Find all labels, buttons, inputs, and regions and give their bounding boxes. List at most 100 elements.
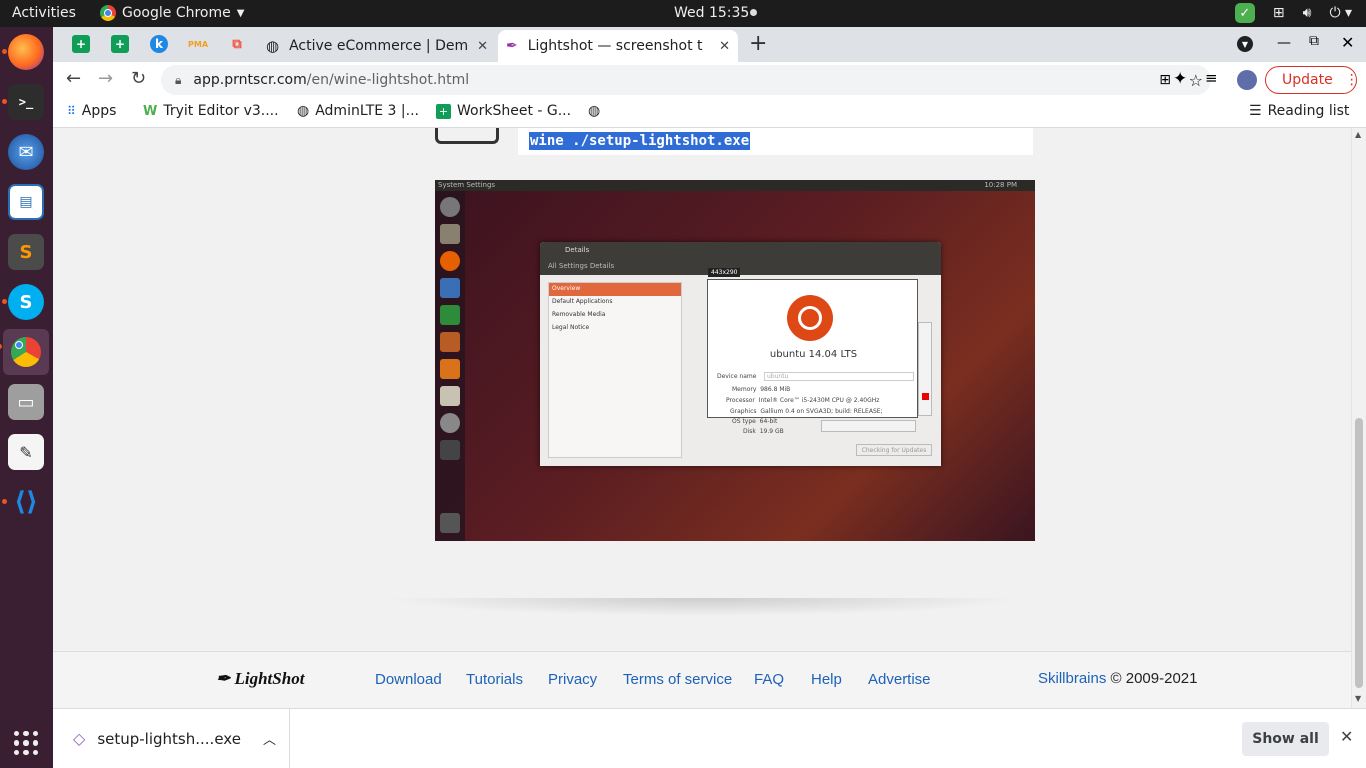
graphics-row: Graphics Gallium 0.4 on SVGA3D; build: R… [730, 408, 883, 415]
bookmark-tryit[interactable]: W Tryit Editor v3.... [143, 103, 279, 119]
close-window-icon[interactable]: ✕ [1341, 33, 1354, 52]
reading-list[interactable]: ☰ Reading list [1249, 103, 1349, 119]
clock[interactable]: Wed 15:35 [674, 5, 749, 21]
menu-dots-icon: ⋮ [1344, 72, 1359, 88]
system-tray[interactable]: ✓ ⊞ 🔊︎ ⏻ ▾ [1234, 3, 1352, 23]
writer-icon [440, 278, 460, 298]
volume-icon[interactable]: 🔊︎ [1303, 5, 1312, 21]
update-button[interactable]: Update ⋮ [1265, 66, 1359, 94]
minimize-icon[interactable]: — [1277, 35, 1291, 51]
libreoffice-impress-icon[interactable]: ▤ [8, 184, 44, 220]
copyright: Skillbrains © 2009-2021 [1038, 670, 1198, 687]
footer-link-privacy[interactable]: Privacy [548, 671, 597, 688]
apps-grid-icon: ⠿ [67, 104, 76, 118]
close-shelf-icon[interactable]: ✕ [1340, 727, 1353, 746]
footer-link-advertise[interactable]: Advertise [868, 671, 931, 688]
tab-phpmyadmin-icon[interactable]: PMA [188, 35, 208, 53]
color-swatch [922, 393, 929, 400]
page-content: wine ./setup-lightshot.exe System Settin… [53, 128, 1351, 708]
device-name-value: ubuntu [764, 372, 914, 381]
file-icon: ◇ [73, 729, 86, 748]
scroll-up-icon[interactable]: ▲ [1355, 130, 1361, 139]
tab-search-icon[interactable]: ▼ [1237, 36, 1253, 52]
software-center-icon [440, 359, 460, 379]
new-tab-button[interactable]: + [749, 31, 767, 56]
lightshot-logo[interactable]: ✒ LightShot [216, 669, 304, 689]
bookmark-apps[interactable]: ⠿ Apps [67, 103, 116, 119]
update-check-icon[interactable]: ✓ [1234, 3, 1255, 23]
bookmark-adminlte[interactable]: ◍ AdminLTE 3 |... [297, 103, 419, 119]
power-icon[interactable]: ⏻ ▾ [1329, 5, 1352, 21]
profile-avatar[interactable] [1237, 70, 1257, 90]
bookmark-star-icon[interactable]: ☆ [1189, 71, 1203, 90]
download-item[interactable]: ◇ setup-lightsh....exe ︿ [53, 709, 290, 768]
text-editor-icon[interactable]: ✎ [8, 434, 44, 470]
show-applications-icon[interactable] [14, 731, 38, 755]
maximize-icon[interactable]: ⧉ [1309, 33, 1319, 49]
app-name: Google Chrome [122, 5, 231, 21]
lightshot-selection: ubuntu 14.04 LTS Device name ubuntu Memo… [707, 279, 918, 418]
disk-row: Disk 19.9 GB [743, 428, 784, 435]
code-block: wine ./setup-lightshot.exe [518, 128, 1033, 155]
bookmark-globe[interactable]: ◍ [588, 103, 600, 119]
vscode-icon[interactable]: ⟨⟩ [2, 484, 44, 520]
network-icon[interactable]: ⊞ [1273, 5, 1285, 21]
url-text[interactable]: app.prntscr.com/en/wine-lightshot.html [193, 72, 469, 88]
browser-toolbar: ← → ↻ 🔒︎ app.prntscr.com/en/wine-lightsh… [53, 62, 1366, 97]
reading-list-label: Reading list [1267, 103, 1350, 119]
command-text[interactable]: wine ./setup-lightshot.exe [529, 132, 751, 150]
w3schools-icon: W [143, 103, 158, 119]
tab-label: Active eCommerce | Demo [289, 38, 470, 54]
tab-sheets-icon[interactable]: + [111, 35, 129, 53]
tab-laravel-icon[interactable]: ⧉ [228, 35, 246, 53]
chrome-icon[interactable] [0, 329, 49, 375]
globe-icon: ◍ [266, 37, 280, 55]
tab-k-icon[interactable]: k [150, 35, 168, 53]
footer-link-download[interactable]: Download [375, 671, 442, 688]
page-scrollbar[interactable]: ▲ ▼ [1351, 128, 1366, 708]
sublime-text-icon[interactable]: S [8, 234, 44, 270]
firefox-icon[interactable] [2, 34, 44, 70]
scrollbar-thumb[interactable] [1355, 418, 1363, 688]
extensions-icon[interactable]: ✦ [1173, 69, 1187, 89]
close-tab-icon[interactable]: ✕ [477, 39, 488, 54]
install-app-icon[interactable]: ⊞ [1159, 72, 1171, 88]
footer-link-help[interactable]: Help [811, 671, 842, 688]
footer-link-terms[interactable]: Terms of service [623, 671, 732, 688]
bookmark-worksheet[interactable]: + WorkSheet - G... [436, 103, 571, 119]
app-menu[interactable]: Google Chrome ▼ [100, 5, 244, 21]
tab-lightshot[interactable]: ✒ Lightshot — screenshot t ✕ [498, 30, 738, 62]
footer-link-faq[interactable]: FAQ [754, 671, 784, 688]
terminal-icon[interactable]: >_ [2, 84, 44, 120]
skillbrains-link[interactable]: Skillbrains [1038, 670, 1106, 687]
settings-icon [440, 413, 460, 433]
skype-icon[interactable]: S [2, 284, 44, 320]
tab-sheets-icon[interactable]: + [72, 35, 90, 53]
dash-icon [440, 197, 460, 217]
forward-icon[interactable]: → [98, 68, 113, 89]
back-icon[interactable]: ← [66, 68, 81, 89]
drive-icon [440, 440, 460, 460]
thunderbird-icon[interactable]: ✉ [8, 134, 44, 170]
files-icon[interactable]: ▭ [8, 384, 44, 420]
tab-active-ecommerce[interactable]: ◍ Active eCommerce | Demo ✕ [258, 30, 496, 62]
calc-icon [440, 305, 460, 325]
scroll-down-icon[interactable]: ▼ [1355, 694, 1361, 703]
lock-icon[interactable]: 🔒︎ [175, 73, 181, 88]
notification-dot-icon [750, 9, 757, 16]
activities-button[interactable]: Activities [12, 5, 76, 21]
impress-icon [440, 332, 460, 352]
lightshot-feather-icon: ✒ [506, 38, 518, 54]
close-tab-icon[interactable]: ✕ [719, 39, 730, 54]
address-bar[interactable]: 🔒︎ app.prntscr.com/en/wine-lightshot.htm… [161, 65, 1211, 95]
selection-size-label: 443x290 [708, 268, 741, 277]
reload-icon[interactable]: ↻ [131, 68, 146, 89]
media-icon[interactable]: ≡ [1205, 69, 1218, 87]
bookmarks-bar: ⠿ Apps W Tryit Editor v3.... ◍ AdminLTE … [53, 97, 1366, 128]
globe-icon: ◍ [297, 103, 310, 119]
tab-label: Lightshot — screenshot t [527, 38, 703, 54]
bookmark-label: Apps [81, 103, 117, 119]
footer-link-tutorials[interactable]: Tutorials [466, 671, 523, 688]
show-all-button[interactable]: Show all [1242, 722, 1329, 756]
chevron-up-icon[interactable]: ︿ [263, 729, 276, 748]
